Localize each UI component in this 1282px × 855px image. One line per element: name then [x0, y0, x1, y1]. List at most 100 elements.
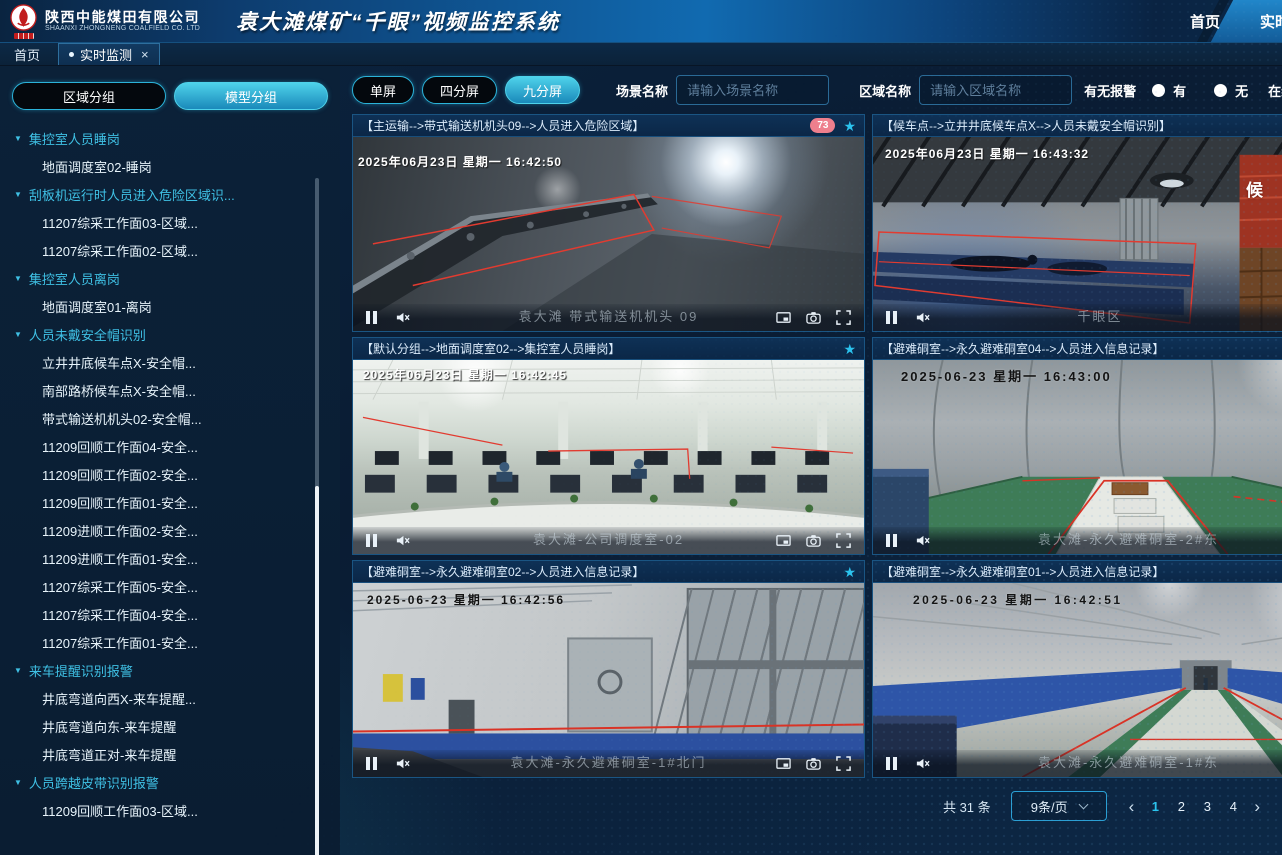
video-panel-title-text: 【默认分组-->地面调度室02-->集控室人员睡岗】 [361, 340, 620, 357]
fullscreen-icon[interactable] [836, 533, 851, 548]
video-panel[interactable]: 【候车点-->立井井底候车点X-->人员未戴安全帽识别】 [872, 114, 1282, 332]
video-panel-title-text: 【候车点-->立井井底候车点X-->人员未戴安全帽识别】 [881, 117, 1171, 134]
quad-screen-button[interactable]: 四分屏 [422, 76, 497, 104]
close-icon[interactable]: × [141, 47, 149, 62]
sidebar-tab-area-group[interactable]: 区域分组 [12, 82, 166, 110]
pip-icon[interactable] [776, 310, 791, 325]
tree-item[interactable]: 地面调度室02-睡岗 [14, 152, 340, 180]
fullscreen-icon[interactable] [836, 310, 851, 325]
video-frame[interactable]: 2025-06-23 星期一 16:43:00 袁大滩-永久避难硐室-2#东 [873, 360, 1282, 554]
scene-name-input[interactable] [676, 75, 829, 105]
pause-icon[interactable] [366, 534, 377, 547]
page-size-select[interactable]: 9条/页 [1011, 791, 1107, 821]
page-number[interactable]: 1 [1142, 799, 1168, 814]
page-number[interactable]: 3 [1194, 799, 1220, 814]
tree-item[interactable]: 带式输送机机头02-安全帽... [14, 404, 340, 432]
pip-icon[interactable] [776, 756, 791, 771]
snapshot-icon[interactable] [806, 310, 821, 325]
sidebar-tab-model-group[interactable]: 模型分组 [174, 82, 328, 110]
tree-group[interactable]: ▼刮板机运行时人员进入危险区域识... [14, 180, 340, 208]
tree-item[interactable]: 11207综采工作面02-区域... [14, 236, 340, 264]
video-timestamp: 2025-06-23 星期一 16:43:00 [901, 366, 1112, 385]
tab-live-monitor[interactable]: 实时监测 × [58, 43, 160, 65]
tree-group[interactable]: ▼人员未戴安全帽识别 [14, 320, 340, 348]
video-panel[interactable]: 【避难硐室-->永久避难硐室02-->人员进入信息记录】 ★ [352, 560, 865, 778]
single-screen-button[interactable]: 单屏 [352, 76, 414, 104]
sidebar-scrollbar-thumb[interactable] [315, 486, 319, 855]
prev-page-arrow[interactable]: ‹ [1129, 798, 1135, 815]
video-panel[interactable]: 【避难硐室-->永久避难硐室04-->人员进入信息记录】 [872, 337, 1282, 555]
pause-icon[interactable] [366, 311, 377, 324]
app-header: 陕西中能煤田有限公司 SHAANXI ZHONGNENG COALFIELD C… [0, 0, 1282, 42]
chevron-down-icon: ▼ [14, 134, 22, 143]
mute-icon[interactable] [395, 533, 410, 548]
tree-item[interactable]: 立井井底候车点X-安全帽... [14, 348, 340, 376]
nav-live-monitor[interactable]: 实时监测 [1260, 11, 1282, 32]
tree-item[interactable]: 11207综采工作面01-安全... [14, 628, 340, 656]
tree-item[interactable]: 11207综采工作面05-安全... [14, 572, 340, 600]
video-frame[interactable]: 2025年06月23日 星期一 16:42:45 袁大滩-公司调度室-02 [353, 360, 864, 554]
nine-screen-button[interactable]: 九分屏 [505, 76, 580, 104]
tree-item[interactable]: 井底弯道向东-来车提醒 [14, 712, 340, 740]
video-panel[interactable]: 【避难硐室-->永久避难硐室01-->人员进入信息记录】 [872, 560, 1282, 778]
alarm-yes-radio[interactable] [1152, 84, 1165, 97]
tree-item[interactable]: 11209回顺工作面02-安全... [14, 460, 340, 488]
pause-icon[interactable] [366, 757, 377, 770]
tree-group[interactable]: ▼人员跨越皮带识别报警 [14, 768, 340, 796]
video-frame[interactable]: 2025-06-23 星期一 16:42:51 袁大滩-永久避难硐室-1#东 [873, 583, 1282, 777]
logo-emblem-icon [10, 4, 37, 31]
tree-item[interactable]: 11209回顺工作面03-区域... [14, 796, 340, 824]
tree-item[interactable]: 井底弯道向西X-来车提醒... [14, 684, 340, 712]
tab-home[interactable]: 首页 [14, 43, 40, 65]
mute-icon[interactable] [915, 756, 930, 771]
nav-home[interactable]: 首页 [1190, 11, 1220, 32]
pause-icon[interactable] [886, 534, 897, 547]
next-page-arrow[interactable]: › [1254, 798, 1260, 815]
scene-refuge-corridor [873, 360, 1282, 554]
tree-group[interactable]: ▼集控室人员离岗 [14, 264, 340, 292]
alarm-no-radio[interactable] [1214, 84, 1227, 97]
video-controls [353, 750, 864, 777]
tree-item[interactable]: 地面调度室01-离岗 [14, 292, 340, 320]
pause-icon[interactable] [886, 311, 897, 324]
mute-icon[interactable] [395, 310, 410, 325]
video-panel-title-text: 【避难硐室-->永久避难硐室01-->人员进入信息记录】 [881, 563, 1164, 580]
tree-item[interactable]: 11209回顺工作面01-安全... [14, 488, 340, 516]
star-icon[interactable]: ★ [843, 119, 856, 133]
tree-item[interactable]: 井底弯道正对-来车提醒 [14, 740, 340, 768]
fullscreen-icon[interactable] [836, 756, 851, 771]
area-name-input[interactable] [919, 75, 1072, 105]
mute-icon[interactable] [395, 756, 410, 771]
tree-item[interactable]: 11207综采工作面03-区域... [14, 208, 340, 236]
video-timestamp: 2025年06月23日 星期一 16:42:50 [358, 153, 562, 170]
video-panel[interactable]: 【默认分组-->地面调度室02-->集控室人员睡岗】 ★ [352, 337, 865, 555]
star-icon[interactable]: ★ [843, 342, 856, 356]
video-frame[interactable]: 候 车 2025年06月23日 星期一 16:43:32 千眼区 [873, 137, 1282, 331]
alarm-yes-label: 有 [1173, 81, 1186, 100]
tree-item[interactable]: 11207综采工作面04-安全... [14, 600, 340, 628]
mute-icon[interactable] [915, 533, 930, 548]
video-frame[interactable]: 2025-06-23 星期一 16:42:56 袁大滩-永久避难硐室-1#北门 [353, 583, 864, 777]
tree-item[interactable]: 南部路桥候车点X-安全帽... [14, 376, 340, 404]
page-number[interactable]: 4 [1220, 799, 1246, 814]
mute-icon[interactable] [915, 310, 930, 325]
tree-item[interactable]: 11209回顺工作面04-安全... [14, 432, 340, 460]
tree-group[interactable]: ▼来车提醒识别报警 [14, 656, 340, 684]
snapshot-icon[interactable] [806, 756, 821, 771]
video-frame[interactable]: 2025年06月23日 星期一 16:42:50 袁大滩 带式输送机机头 09 [353, 137, 864, 331]
star-icon[interactable]: ★ [843, 565, 856, 579]
video-timestamp: 2025年06月23日 星期一 16:42:45 [363, 366, 567, 383]
pip-icon[interactable] [776, 533, 791, 548]
video-timestamp: 2025-06-23 星期一 16:42:51 [913, 591, 1123, 608]
snapshot-icon[interactable] [806, 533, 821, 548]
tree-item[interactable]: 11209进顺工作面01-安全... [14, 544, 340, 572]
tree-item[interactable]: 11209进顺工作面02-安全... [14, 516, 340, 544]
scene-dispatch-room [353, 360, 864, 554]
scene-chamber-door [353, 583, 864, 777]
page-number[interactable]: 2 [1168, 799, 1194, 814]
tree-group[interactable]: ▼集控室人员睡岗 [14, 124, 340, 152]
video-panel-title: 【避难硐室-->永久避难硐室04-->人员进入信息记录】 [873, 338, 1282, 360]
video-panel[interactable]: 【主运输-->带式输送机机头09-->人员进入危险区域】 73 ★ [352, 114, 865, 332]
video-panel-title: 【避难硐室-->永久避难硐室01-->人员进入信息记录】 [873, 561, 1282, 583]
pause-icon[interactable] [886, 757, 897, 770]
